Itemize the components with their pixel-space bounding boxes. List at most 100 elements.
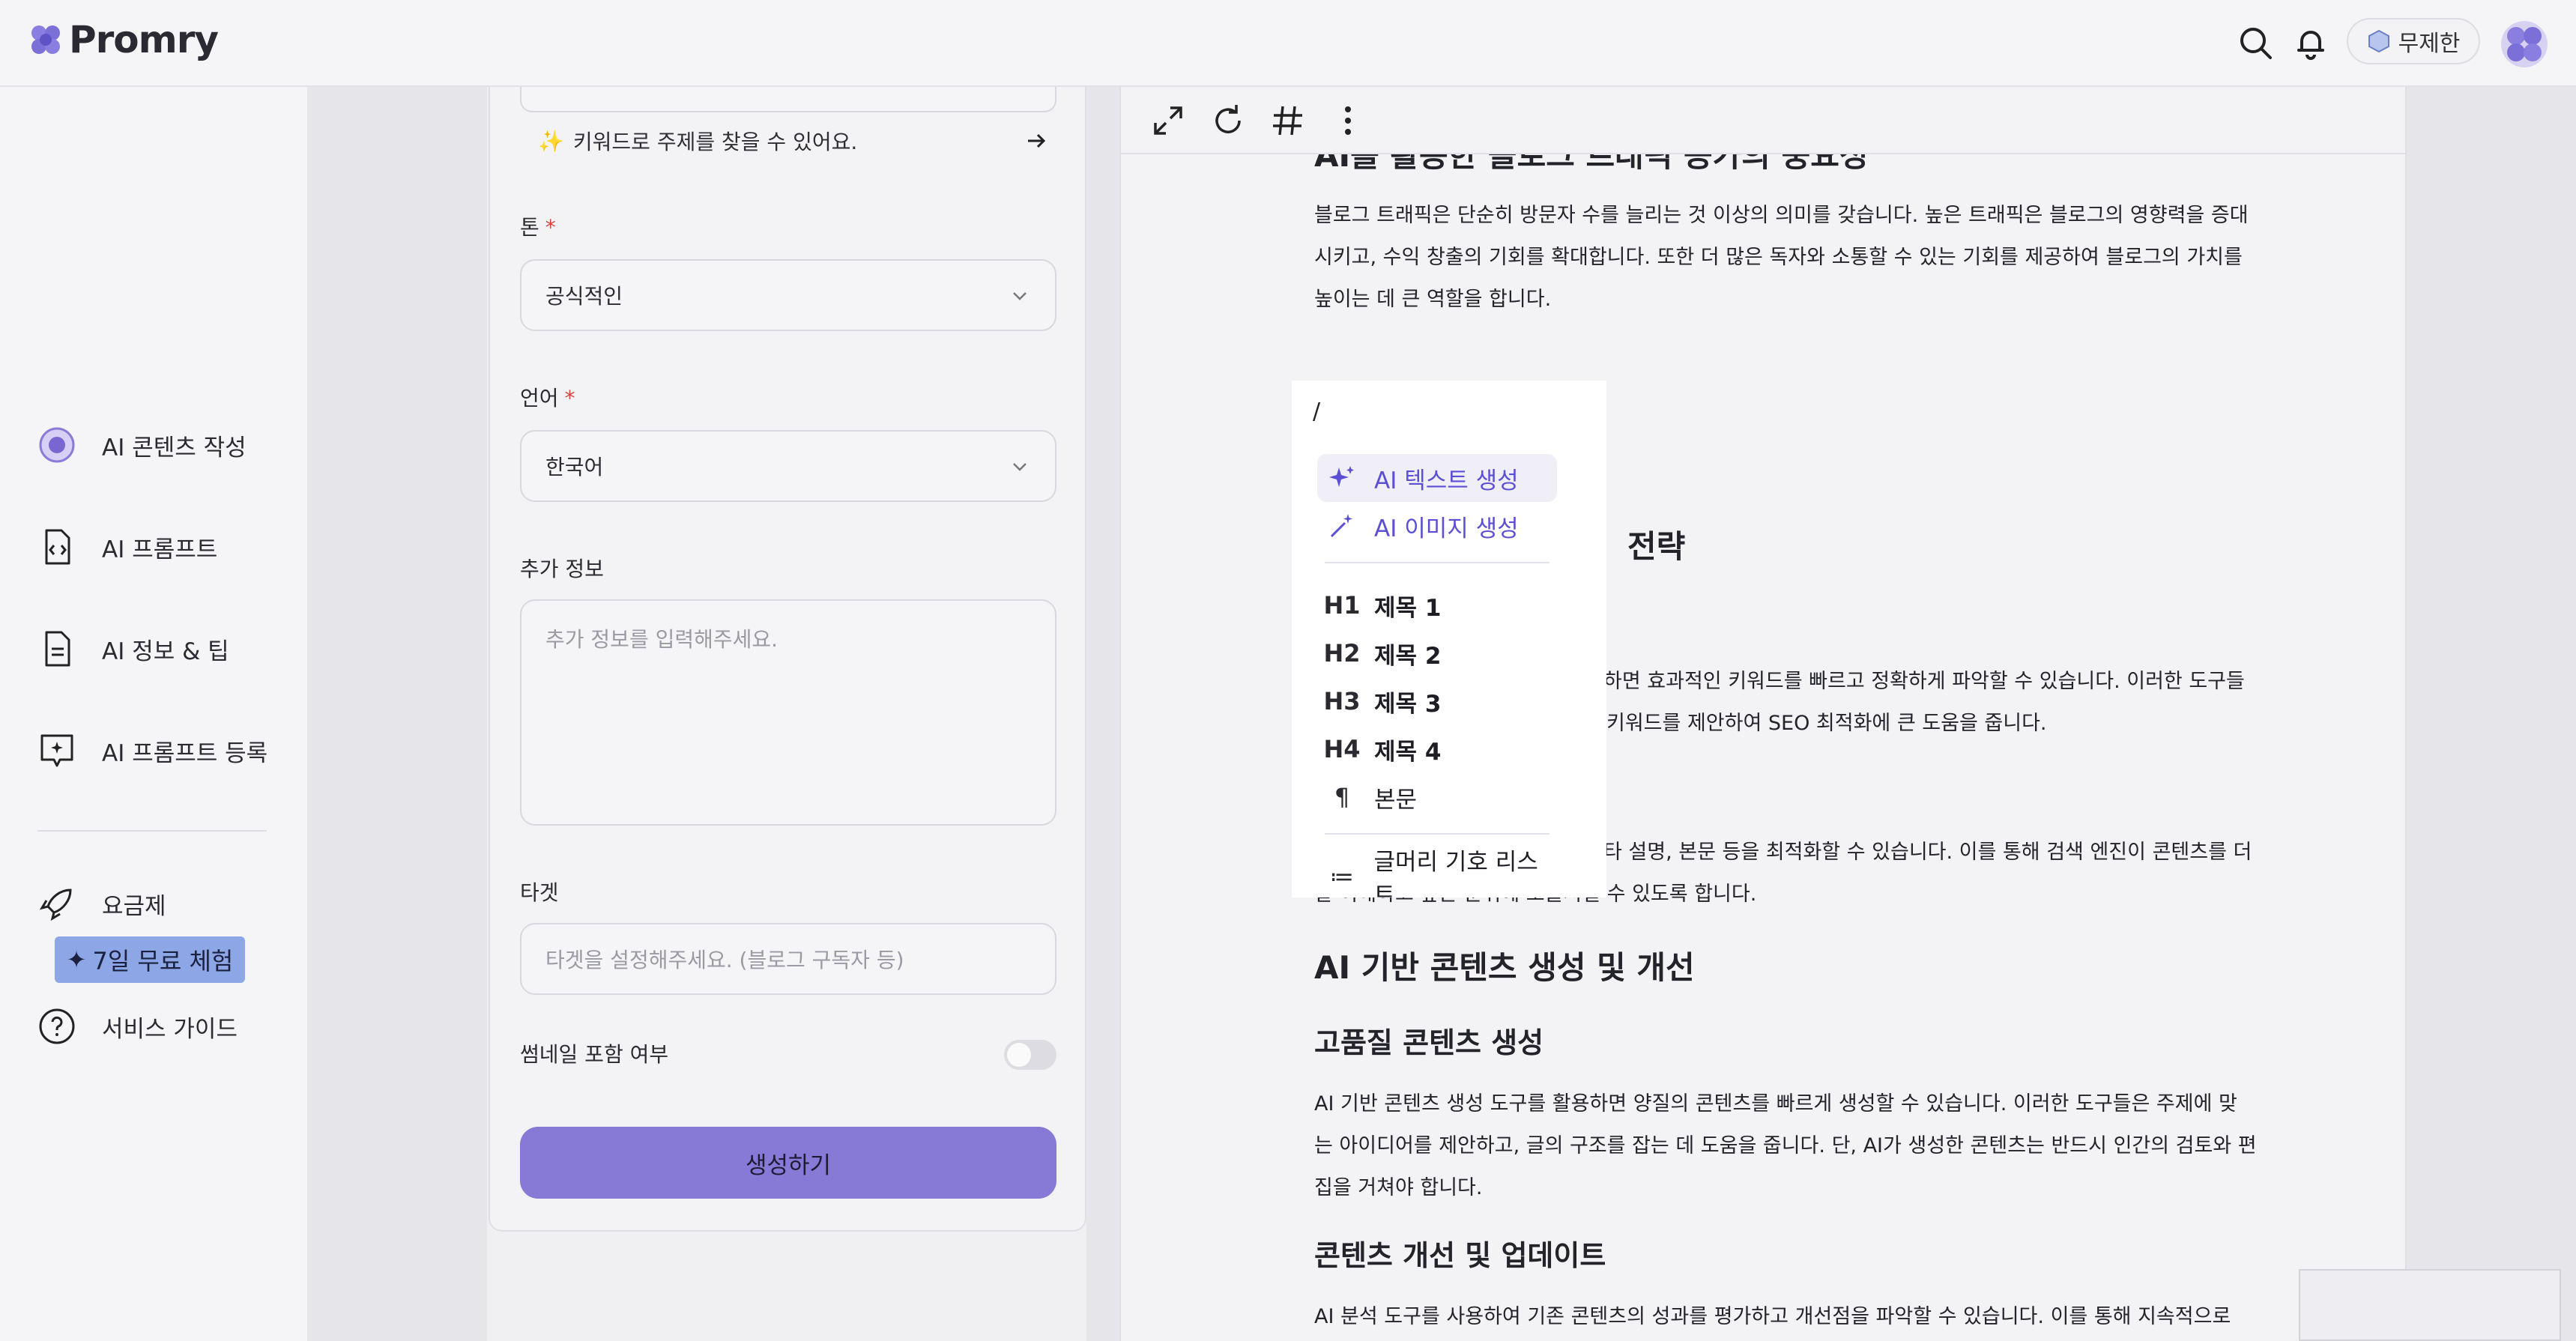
hashtag-icon[interactable] bbox=[1269, 102, 1307, 139]
search-icon[interactable] bbox=[2237, 25, 2273, 61]
expand-icon[interactable] bbox=[1149, 102, 1187, 139]
doc-paragraph-line: 블로그 트래픽은 단순히 방문자 수를 늘리는 것 이상의 의미를 갖습니다. … bbox=[1314, 204, 2249, 227]
doc-subheading: 고품질 콘텐츠 생성 bbox=[1314, 1026, 1544, 1059]
chevron-down-icon bbox=[1013, 292, 1027, 300]
more-vertical-icon[interactable] bbox=[1329, 102, 1367, 139]
thumbnail-label: 썸네일 포함 여부 bbox=[520, 1042, 669, 1067]
menu-item-heading-3[interactable]: H3 제목 3 bbox=[1317, 677, 1557, 725]
sidebar-item-label: AI 프롬프트 bbox=[102, 536, 218, 563]
rocket-icon bbox=[39, 889, 72, 921]
menu-item-label: 제목 3 bbox=[1374, 690, 1442, 718]
thumbnail-toggle-row: 썸네일 포함 여부 bbox=[520, 1038, 1056, 1071]
sparkle-icon bbox=[1326, 462, 1358, 494]
language-label: 언어 * bbox=[520, 386, 575, 411]
menu-item-heading-4[interactable]: H4 제목 4 bbox=[1317, 725, 1557, 773]
sidebar-item-ai-info[interactable]: AI 정보 & 팁 bbox=[37, 629, 229, 668]
doc-paragraph-line: 높이는 데 큰 역할을 합니다. bbox=[1314, 288, 1552, 311]
language-select[interactable]: 한국어 bbox=[520, 430, 1056, 502]
sidebar-item-label: 서비스 가이드 bbox=[102, 1015, 238, 1043]
extra-info-textarea[interactable]: 추가 정보를 입력해주세요. bbox=[520, 599, 1056, 826]
sidebar-item-label: AI 프롬프트 등록 bbox=[102, 739, 268, 767]
keyword-input[interactable] bbox=[520, 87, 1056, 112]
sidebar-item-guide[interactable]: 서비스 가이드 bbox=[37, 1007, 238, 1046]
screenshot-thumbnail[interactable] bbox=[2299, 1269, 2561, 1341]
slash-trigger: / bbox=[1313, 399, 1321, 425]
avatar-logo-icon bbox=[2507, 27, 2542, 61]
app-logo[interactable]: Promry bbox=[28, 18, 219, 61]
arrow-right-icon[interactable] bbox=[1025, 130, 1047, 152]
menu-item-label: 제목 4 bbox=[1374, 738, 1442, 766]
keyword-hint-row[interactable]: ✨ 키워드로 주제를 찾을 수 있어요. bbox=[538, 126, 1047, 156]
sidebar-item-pricing[interactable]: 요금제 bbox=[37, 884, 166, 923]
sidebar-item-prompt-register[interactable]: AI 프롬프트 등록 bbox=[37, 731, 267, 770]
plan-gem-icon bbox=[2368, 29, 2389, 53]
tone-value: 공식적인 bbox=[545, 284, 623, 309]
plan-button[interactable]: 무제한 bbox=[2347, 18, 2480, 64]
code-document-icon bbox=[45, 529, 70, 565]
doc-paragraph-line: 타 설명, 본문 등을 최적화할 수 있습니다. 이를 통해 검색 엔진이 콘텐… bbox=[1603, 841, 2252, 864]
slash-command-popup: / AI 텍스트 생성 AI 이미지 생성 H1 제목 1 H2 제목 2 H3… bbox=[1292, 381, 1606, 897]
doc-subheading: 콘텐츠 개선 및 업데이트 bbox=[1314, 1239, 1606, 1272]
doc-paragraph-line: 시키고, 수익 창출의 기회를 확대합니다. 또한 더 많은 독자와 소통할 수… bbox=[1314, 246, 2243, 269]
extra-info-label: 추가 정보 bbox=[520, 557, 604, 581]
refresh-icon[interactable] bbox=[1209, 102, 1247, 139]
gutter bbox=[307, 87, 487, 1341]
sidebar-divider bbox=[37, 830, 267, 832]
sparkle-icon: ✦ bbox=[66, 945, 87, 974]
slash-command-menu: AI 텍스트 생성 AI 이미지 생성 H1 제목 1 H2 제목 2 H3 제… bbox=[1310, 442, 1564, 897]
menu-item-paragraph[interactable]: ¶ 본문 bbox=[1317, 773, 1557, 821]
sparkle-icon: ✨ bbox=[538, 128, 564, 154]
menu-item-ai-text[interactable]: AI 텍스트 생성 bbox=[1317, 454, 1557, 502]
magic-wand-icon bbox=[1326, 510, 1358, 542]
doc-paragraph-line: 집을 거쳐야 합니다. bbox=[1314, 1176, 1483, 1199]
doc-paragraph-line: 키워드를 제안하여 SEO 최적화에 큰 도움을 줍니다. bbox=[1606, 712, 2047, 735]
bell-icon[interactable] bbox=[2293, 25, 2329, 61]
document-icon bbox=[45, 631, 70, 667]
top-header: Promry 무제한 bbox=[0, 0, 2576, 87]
gutter bbox=[2407, 87, 2576, 1341]
doc-paragraph-line: AI 기반 콘텐츠 생성 도구를 활용하면 양질의 콘텐츠를 빠르게 생성할 수… bbox=[1314, 1092, 2237, 1116]
menu-item-heading-2[interactable]: H2 제목 2 bbox=[1317, 629, 1557, 677]
sidebar-item-ai-content[interactable]: AI 콘텐츠 작성 bbox=[37, 426, 247, 464]
target-label: 타겟 bbox=[520, 880, 559, 905]
menu-item-label: 본문 bbox=[1374, 786, 1418, 814]
menu-separator bbox=[1325, 562, 1549, 563]
menu-item-ai-image[interactable]: AI 이미지 생성 bbox=[1317, 502, 1557, 550]
keyword-hint-text: 키워드로 주제를 찾을 수 있어요. bbox=[572, 130, 858, 154]
promry-logo-icon bbox=[31, 25, 60, 54]
menu-item-bullet-list[interactable]: ≔ 글머리 기호 리스트 bbox=[1317, 849, 1557, 897]
avatar[interactable] bbox=[2501, 21, 2548, 67]
generate-button[interactable]: 생성하기 bbox=[520, 1127, 1056, 1199]
paragraph-icon: ¶ bbox=[1334, 783, 1350, 811]
free-trial-badge[interactable]: ✦ 7일 무료 체험 bbox=[55, 936, 245, 983]
sidebar-item-label: 요금제 bbox=[102, 892, 166, 920]
menu-item-label: AI 텍스트 생성 bbox=[1374, 467, 1519, 494]
doc-paragraph-line: 는 아이디어를 제안하고, 글의 구조를 잡는 데 도움을 줍니다. 단, AI… bbox=[1314, 1134, 2257, 1157]
bullet-list-icon: ≔ bbox=[1329, 862, 1354, 891]
sidebar-item-ai-prompt[interactable]: AI 프롬프트 bbox=[37, 527, 217, 566]
heading-2-icon: H2 bbox=[1323, 639, 1361, 668]
menu-item-label: AI 이미지 생성 bbox=[1374, 515, 1519, 542]
menu-separator bbox=[1325, 833, 1549, 835]
ai-content-icon bbox=[39, 427, 75, 463]
menu-item-label: 글머리 기호 리스트 bbox=[1373, 849, 1538, 897]
tone-label: 톤 * bbox=[520, 215, 556, 240]
doc-paragraph-line: AI 분석 도구를 사용하여 기존 콘텐츠의 성과를 평가하고 개선점을 파악할… bbox=[1314, 1305, 2231, 1328]
app-name: Promry bbox=[69, 18, 219, 61]
sidebar-item-label: AI 정보 & 팁 bbox=[102, 638, 229, 665]
menu-item-heading-1[interactable]: H1 제목 1 bbox=[1317, 581, 1557, 629]
menu-item-label: 제목 1 bbox=[1374, 594, 1442, 622]
doc-paragraph-line: 하면 효과적인 키워드를 빠르고 정확하게 파악할 수 있습니다. 이러한 도구… bbox=[1603, 670, 2245, 693]
doc-heading: AI 기반 콘텐츠 생성 및 개선 bbox=[1314, 949, 1695, 986]
chat-add-icon bbox=[40, 734, 73, 767]
trial-label: 7일 무료 체험 bbox=[92, 947, 234, 975]
heading-3-icon: H3 bbox=[1323, 687, 1361, 715]
target-input[interactable]: 타겟을 설정해주세요. (블로그 구독자 등) bbox=[520, 923, 1056, 995]
help-icon bbox=[39, 1008, 75, 1044]
menu-item-label: 제목 2 bbox=[1374, 642, 1442, 670]
sidebar: AI 콘텐츠 작성 AI 프롬프트 AI 정보 & 팁 AI 프롬프트 등록 요… bbox=[0, 87, 307, 1341]
tone-select[interactable]: 공식적인 bbox=[520, 259, 1056, 331]
thumbnail-toggle[interactable] bbox=[1004, 1040, 1056, 1070]
heading-1-icon: H1 bbox=[1323, 591, 1361, 620]
gutter bbox=[1086, 87, 1119, 1341]
